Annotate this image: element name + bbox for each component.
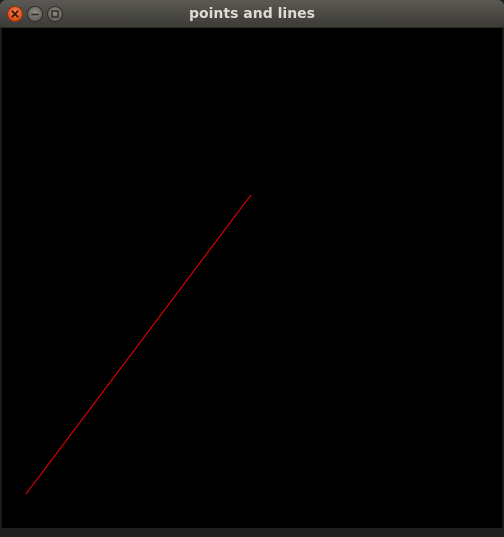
window-bottom-edge xyxy=(0,528,504,537)
title-bar[interactable]: points and lines xyxy=(0,0,504,28)
app-window: points and lines xyxy=(0,0,504,537)
window-title: points and lines xyxy=(188,6,315,22)
drawing-canvas[interactable] xyxy=(2,28,502,528)
red-line xyxy=(25,194,252,495)
canvas-surface xyxy=(25,194,252,495)
